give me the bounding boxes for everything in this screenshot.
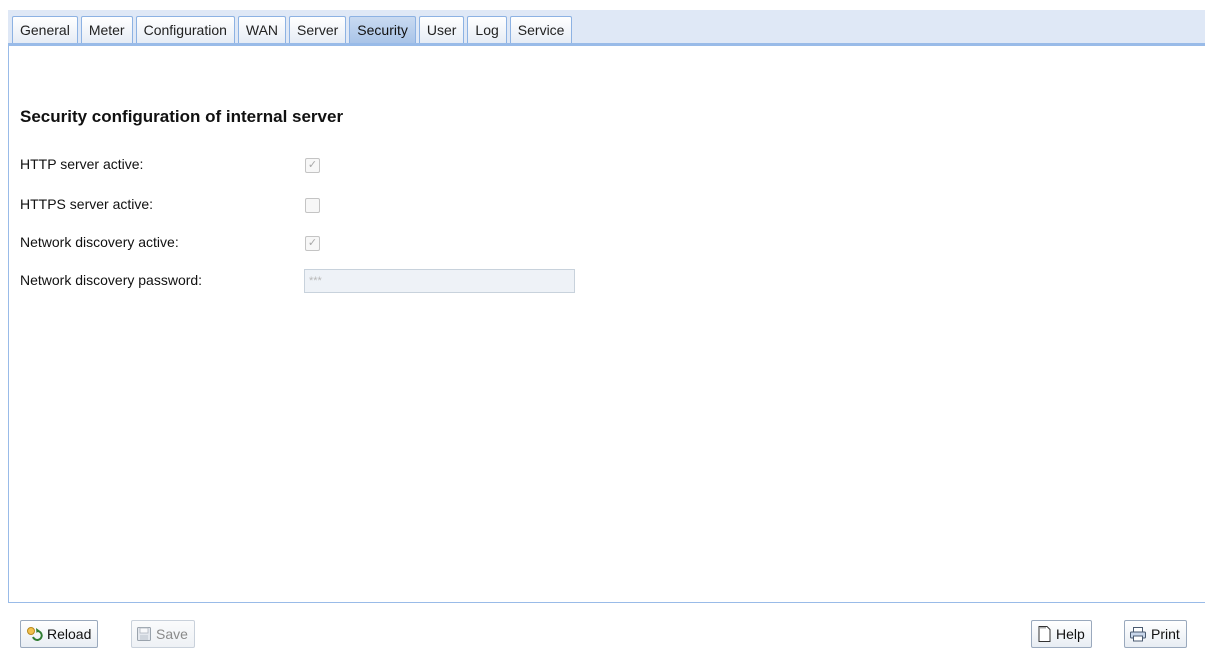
print-label: Print xyxy=(1151,626,1180,642)
tab-service[interactable]: Service xyxy=(509,16,573,43)
print-button[interactable]: Print xyxy=(1124,620,1187,648)
tab-meter[interactable]: Meter xyxy=(80,16,133,43)
tab-security[interactable]: Security xyxy=(349,16,416,43)
tab-server[interactable]: Server xyxy=(289,16,347,43)
check-icon: ✓ xyxy=(307,159,318,171)
reload-label: Reload xyxy=(47,626,92,642)
save-button[interactable]: Save xyxy=(131,620,195,648)
tab-general[interactable]: General xyxy=(12,16,78,43)
content-panel: Security configuration of internal serve… xyxy=(8,46,1205,603)
network-discovery-checkbox[interactable]: ✓ xyxy=(305,236,320,251)
tab-user[interactable]: User xyxy=(418,16,465,43)
tab-wan[interactable]: WAN xyxy=(237,16,287,43)
https-server-label: HTTPS server active: xyxy=(20,196,154,212)
discovery-password-label: Network discovery password: xyxy=(20,272,203,288)
check-icon: ✓ xyxy=(307,237,318,249)
help-button[interactable]: Help xyxy=(1031,620,1092,648)
https-server-checkbox[interactable] xyxy=(305,198,320,213)
tab-list: General Meter Configuration WAN Server S… xyxy=(12,16,573,43)
print-icon xyxy=(1130,627,1146,642)
security-config-page: General Meter Configuration WAN Server S… xyxy=(0,0,1205,652)
network-discovery-label: Network discovery active: xyxy=(20,234,179,250)
tab-log[interactable]: Log xyxy=(467,16,507,43)
help-icon xyxy=(1038,626,1051,642)
tab-configuration[interactable]: Configuration xyxy=(135,16,235,43)
reload-button[interactable]: Reload xyxy=(20,620,99,648)
save-icon xyxy=(137,627,151,641)
tab-bar: General Meter Configuration WAN Server S… xyxy=(8,10,1205,46)
save-label: Save xyxy=(156,626,188,642)
http-server-checkbox[interactable]: ✓ xyxy=(305,158,320,173)
reload-icon xyxy=(27,627,43,641)
http-server-label: HTTP server active: xyxy=(20,156,144,172)
help-label: Help xyxy=(1056,626,1085,642)
panel-title: Security configuration of internal serve… xyxy=(20,107,344,126)
discovery-password-input[interactable] xyxy=(304,269,575,293)
